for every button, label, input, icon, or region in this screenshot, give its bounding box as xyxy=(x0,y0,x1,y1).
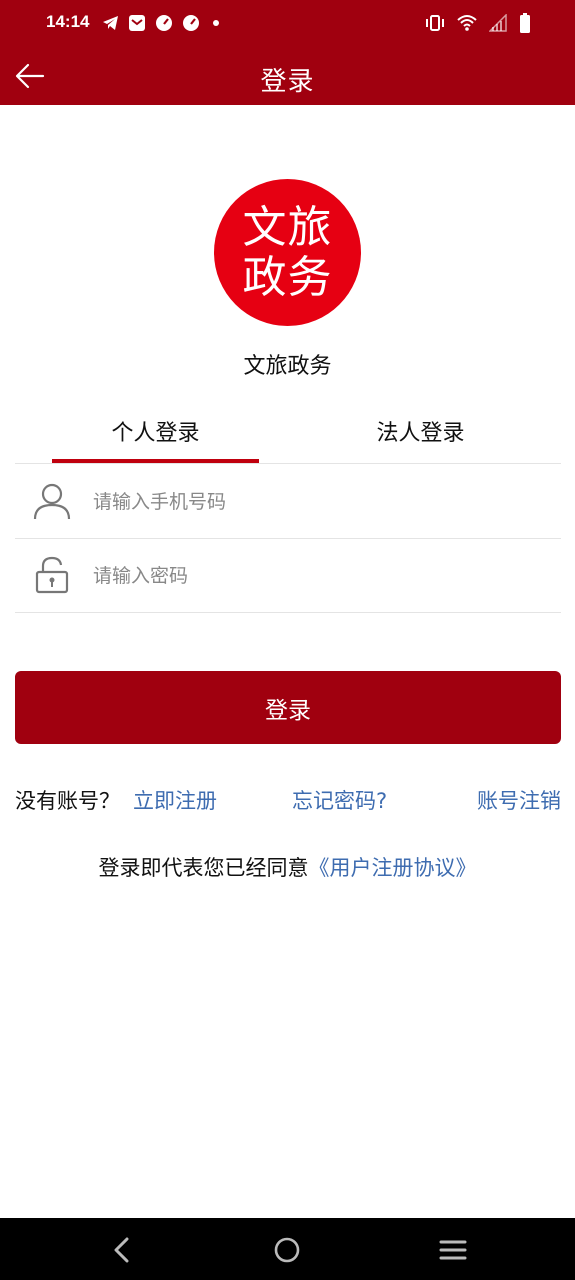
tab-personal-login[interactable]: 个人登录 xyxy=(52,415,259,463)
telegram-icon xyxy=(102,15,119,35)
cancel-account-link[interactable]: 账号注销 xyxy=(477,785,561,815)
register-link[interactable]: 立即注册 xyxy=(133,785,217,815)
page-title: 登录 xyxy=(260,67,315,97)
menu-icon xyxy=(439,1240,467,1260)
lock-icon xyxy=(31,554,73,596)
vibrate-icon xyxy=(425,14,445,36)
notification-icons xyxy=(102,14,223,36)
dot-icon xyxy=(209,14,223,36)
password-field-row xyxy=(15,538,561,613)
agreement-notice: 登录即代表您已经同意《用户注册协议》 xyxy=(0,852,575,882)
login-button[interactable]: 登录 xyxy=(15,671,561,744)
app-logo: 文旅 政务 xyxy=(214,179,361,326)
battery-icon xyxy=(519,13,531,37)
forgot-password-link[interactable]: 忘记密码? xyxy=(292,785,387,815)
password-input[interactable] xyxy=(91,556,535,596)
speedometer-icon xyxy=(182,14,200,36)
mail-icon xyxy=(128,14,146,36)
status-bar: 14:14 xyxy=(0,0,575,48)
header-bar: 登录 xyxy=(0,48,575,105)
system-icons xyxy=(425,13,531,37)
phone-input[interactable] xyxy=(91,482,535,522)
status-time: 14:14 xyxy=(46,12,90,31)
user-icon xyxy=(31,480,73,522)
logo-text-line2: 政务 xyxy=(242,251,333,303)
tab-corporate-login[interactable]: 法人登录 xyxy=(317,415,524,463)
chevron-left-icon xyxy=(114,1237,129,1263)
nav-menu-button[interactable] xyxy=(437,1234,469,1266)
account-links: 没有账号？ 立即注册 忘记密码? 账号注销 xyxy=(15,785,561,815)
user-agreement-link[interactable]: 《用户注册协议》 xyxy=(309,856,477,880)
system-nav-bar xyxy=(0,1218,575,1280)
wifi-icon xyxy=(457,14,477,36)
phone-field-row xyxy=(15,464,561,539)
circle-home-icon xyxy=(274,1237,300,1263)
nav-home-button[interactable] xyxy=(271,1234,303,1266)
login-type-tabs: 个人登录 法人登录 xyxy=(15,405,561,464)
speedometer-icon xyxy=(155,14,173,36)
agreement-text: 登录即代表您已经同意 xyxy=(98,856,309,880)
app-name: 文旅政务 xyxy=(243,354,332,379)
signal-icon xyxy=(488,13,507,36)
nav-back-button[interactable] xyxy=(106,1234,138,1266)
active-tab-indicator xyxy=(52,459,259,463)
logo-text-line1: 文旅 xyxy=(242,201,333,253)
no-account-label: 没有账号？ xyxy=(15,789,120,813)
